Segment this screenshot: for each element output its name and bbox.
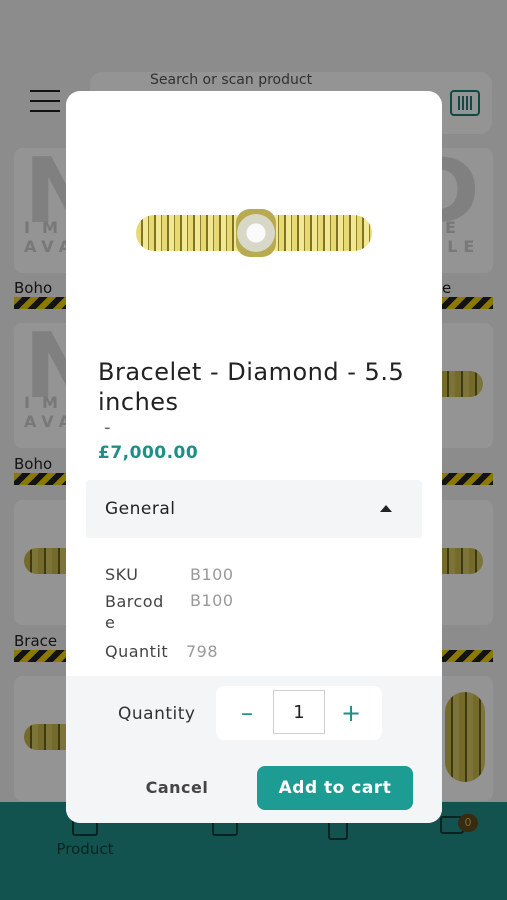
detail-key: Barcod e (105, 592, 164, 632)
product-subtitle: - (104, 417, 111, 438)
detail-key: SKU (105, 565, 139, 584)
increase-quantity-button[interactable]: + (334, 698, 368, 728)
quantity-stepper: – + (216, 686, 382, 740)
product-price: £7,000.00 (98, 443, 199, 463)
decrease-quantity-button[interactable]: – (230, 698, 264, 728)
quantity-input[interactable] (273, 690, 325, 734)
caret-up-icon (380, 505, 392, 512)
quantity-label: Quantity (118, 704, 196, 724)
product-title: Bracelet - Diamond - 5.5 inches (98, 358, 405, 416)
detail-value: B100 (190, 591, 234, 610)
detail-key: Quantit (105, 642, 169, 661)
add-to-cart-button[interactable]: Add to cart (257, 766, 413, 810)
dialog-footer: Quantity – + Cancel Add to cart (66, 676, 442, 823)
detail-value: 798 (186, 642, 219, 661)
product-dialog: Bracelet - Diamond - 5.5 inches - £7,000… (66, 91, 442, 823)
detail-value: B100 (190, 565, 234, 584)
section-title: General (105, 499, 176, 519)
product-image (136, 209, 372, 259)
general-section-header[interactable]: General (86, 480, 422, 538)
cancel-button[interactable]: Cancel (122, 774, 232, 800)
